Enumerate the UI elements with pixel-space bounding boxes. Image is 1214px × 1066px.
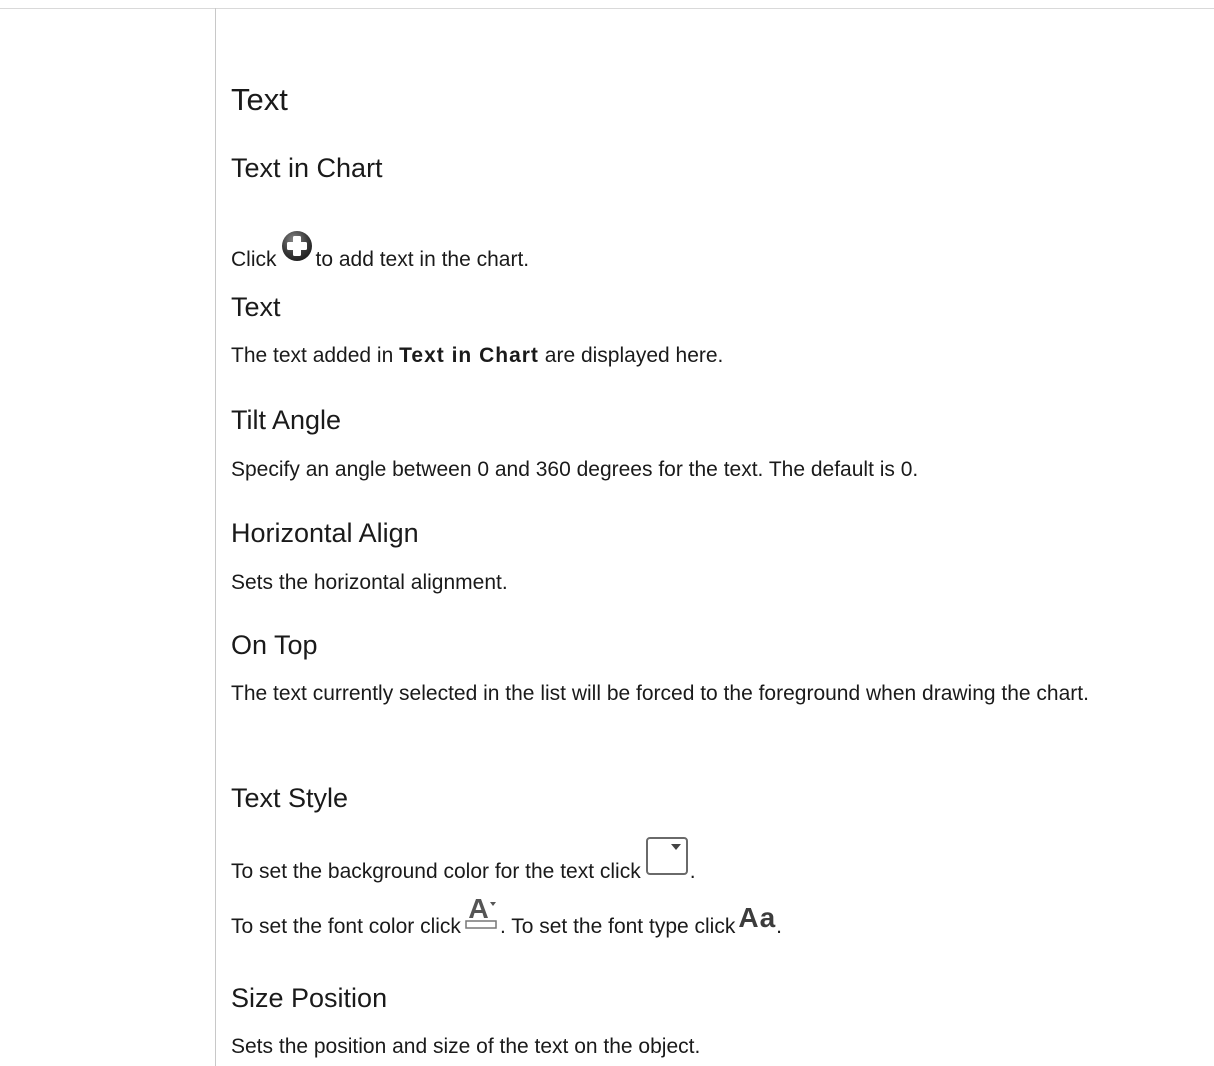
section-title-size-position: Size Position: [231, 983, 388, 1013]
text-description: The text added in Text in Chart are disp…: [231, 344, 723, 368]
section-title-text-style: Text Style: [231, 783, 349, 813]
top-border: [0, 8, 1214, 9]
add-text-instruction: to add text in the chart.: [315, 248, 530, 271]
horizontal-align-description: Sets the horizontal alignment.: [231, 571, 508, 594]
plus-circle-icon: [281, 230, 313, 262]
section-title-on-top: On Top: [231, 630, 318, 660]
section-title-horizontal-align: Horizontal Align: [231, 518, 419, 548]
section-title-text-in-chart: Text in Chart: [231, 153, 383, 183]
background-color-label: To set the background color for the text…: [231, 860, 641, 883]
dropdown-box-icon: [645, 836, 689, 876]
text-description-suffix: are displayed here.: [544, 344, 724, 367]
section-title-tilt-angle: Tilt Angle: [231, 405, 342, 435]
text-in-chart-term: Text in Chart: [399, 344, 539, 367]
text-description-prefix: The text added in: [231, 344, 394, 367]
click-label: Click: [231, 248, 277, 271]
text-in-chart-description: Click to add text in the chart.: [231, 230, 529, 272]
font-color-label: To set the font color click: [231, 915, 461, 938]
font-type-label: . To set the font type click: [499, 915, 736, 938]
font-instruction: To set the font color click . To set the …: [231, 899, 782, 939]
font-type-icon: Aa: [738, 902, 777, 933]
background-color-instruction: To set the background color for the text…: [231, 836, 696, 884]
page-title: Text: [231, 82, 288, 117]
section-title-text: Text: [231, 292, 281, 322]
on-top-description: The text currently selected in the list …: [231, 682, 1089, 705]
size-position-description: Sets the position and size of the text o…: [231, 1035, 701, 1058]
left-column-divider: [215, 8, 216, 1066]
font-color-icon: [465, 899, 499, 929]
tilt-angle-description: Specify an angle between 0 and 360 degre…: [231, 458, 919, 481]
